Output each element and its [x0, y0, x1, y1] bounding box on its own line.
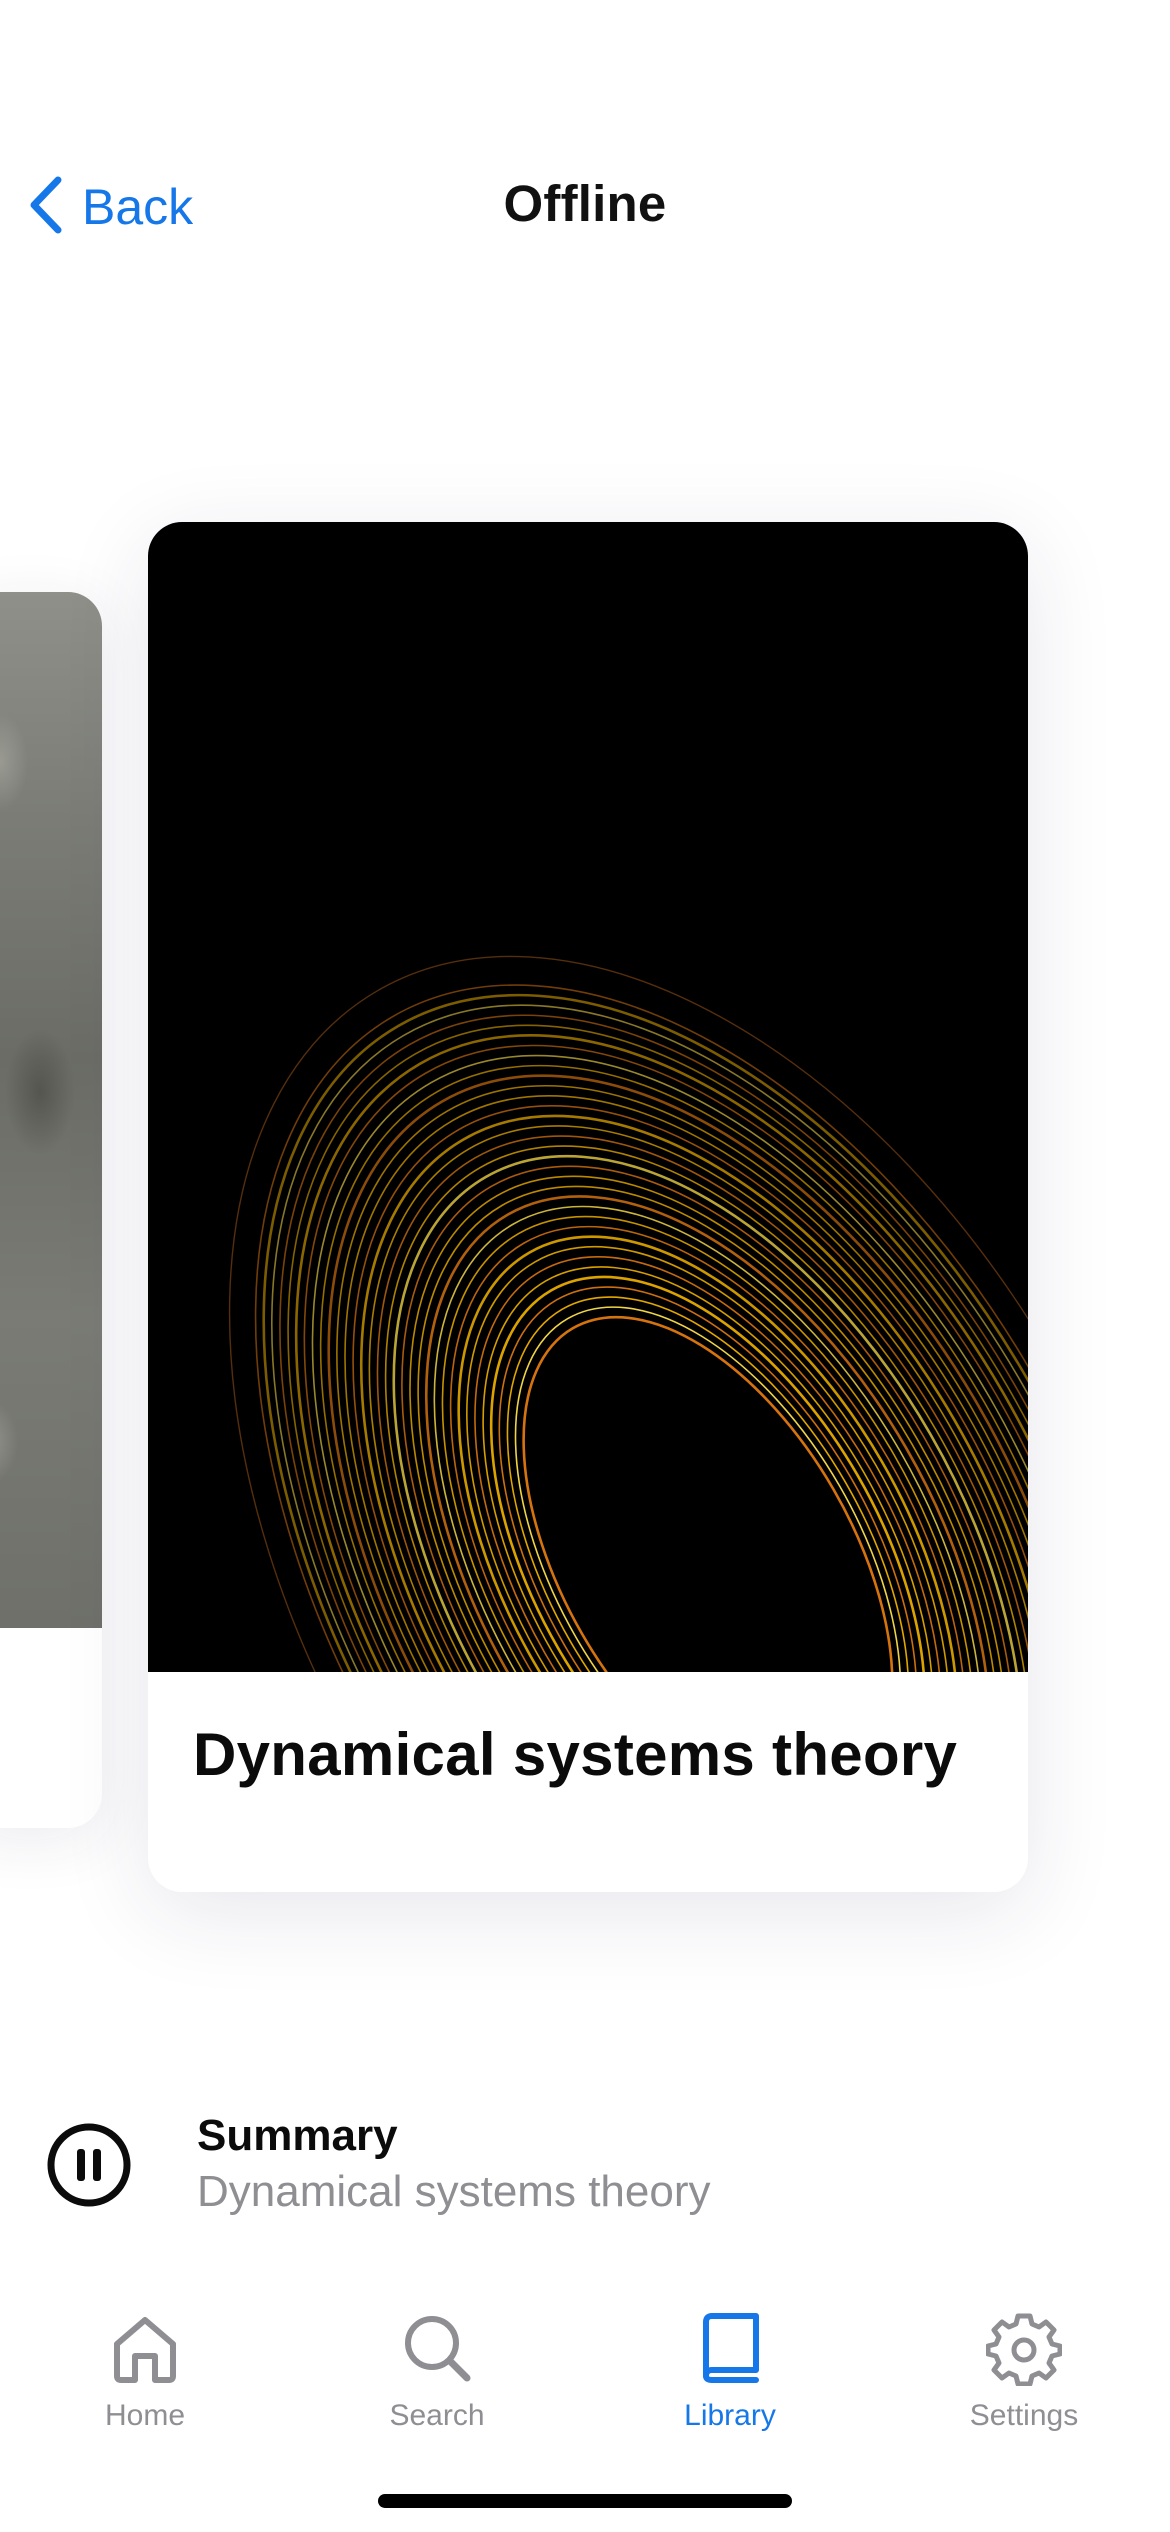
tab-home[interactable]: Home: [35, 2310, 255, 2450]
page-title: Offline: [503, 175, 667, 232]
home-icon: [107, 2310, 183, 2391]
mini-player[interactable]: Summary Dynamical systems theory: [0, 2100, 1170, 2230]
tab-label: Library: [684, 2399, 776, 2432]
home-indicator: [378, 2494, 792, 2508]
search-icon: [399, 2310, 475, 2391]
tab-label: Search: [389, 2399, 485, 2432]
player-title: Summary: [197, 2111, 398, 2160]
current-card[interactable]: Dynamical systems theory: [148, 522, 1028, 1892]
previous-card[interactable]: [0, 592, 102, 1828]
card-cover-image: [148, 522, 1028, 1672]
previous-card-cover: [0, 592, 102, 1628]
tab-library[interactable]: Library: [620, 2310, 840, 2450]
gear-icon: [985, 2310, 1063, 2391]
tab-label: Settings: [969, 2399, 1079, 2432]
card-title: Dynamical systems theory: [193, 1721, 958, 1788]
player-subtitle: Dynamical systems theory: [197, 2167, 711, 2216]
tab-search[interactable]: Search: [327, 2310, 547, 2450]
navigation-bar: Back Offline: [0, 150, 1170, 260]
tab-bar: Home Search Library Settings: [0, 2300, 1170, 2460]
tab-label: Home: [104, 2399, 186, 2432]
offline-carousel[interactable]: Dynamical systems theory: [0, 480, 1170, 1930]
orbit-artwork: [228, 955, 1028, 1672]
tab-settings[interactable]: Settings: [914, 2310, 1134, 2450]
pause-icon[interactable]: [46, 2122, 132, 2208]
book-icon: [692, 2310, 768, 2391]
